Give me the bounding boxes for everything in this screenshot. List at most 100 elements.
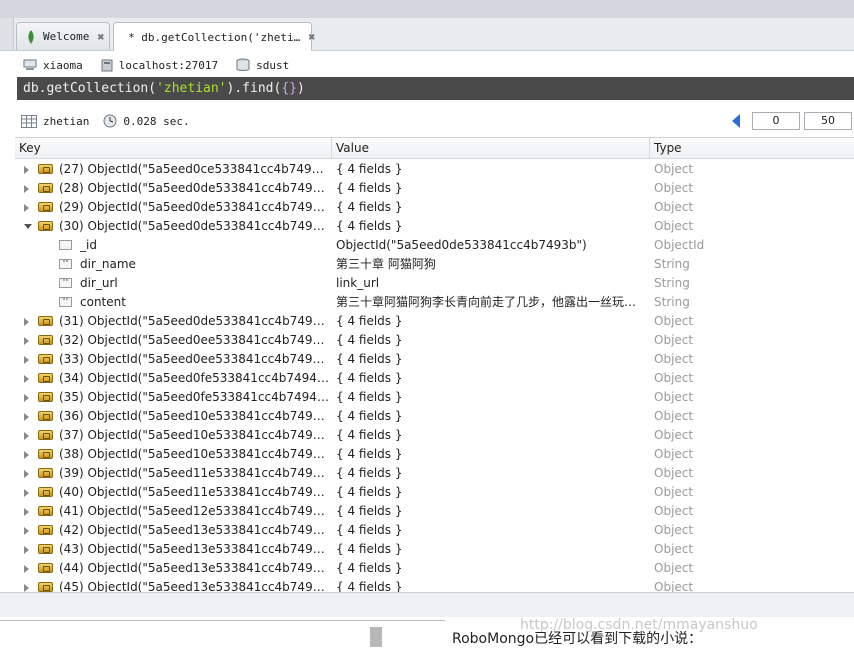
field-row[interactable]: "" dir_url link_url String xyxy=(15,274,854,293)
expand-arrow-icon[interactable] xyxy=(24,470,29,478)
expand-arrow-icon[interactable] xyxy=(24,375,29,383)
previous-page-icon[interactable] xyxy=(732,114,740,128)
row-value: { 4 fields } xyxy=(336,561,403,575)
document-icon xyxy=(38,506,53,516)
row-type: Object xyxy=(654,352,694,366)
document-row[interactable]: (40) ObjectId("5a5eed11e533841cc4b7494f"… xyxy=(15,483,854,502)
page-size-input[interactable]: 50 xyxy=(804,112,852,130)
expand-arrow-icon[interactable] xyxy=(24,565,29,573)
row-key: (38) ObjectId("5a5eed10e533841cc4b7494b"… xyxy=(59,447,329,461)
document-row[interactable]: (45) ObjectId("5a5eed13e533841cc4b74959"… xyxy=(15,578,854,593)
document-row[interactable]: (38) ObjectId("5a5eed10e533841cc4b7494b"… xyxy=(15,445,854,464)
expand-arrow-icon[interactable] xyxy=(24,584,29,592)
document-row[interactable]: (29) ObjectId("5a5eed0de533841cc4b74939"… xyxy=(15,198,854,217)
mongo-leaf-icon xyxy=(28,29,34,44)
document-row[interactable]: (33) ObjectId("5a5eed0ee533841cc4b74941"… xyxy=(15,350,854,369)
row-key: (30) ObjectId("5a5eed0de533841cc4b7493b"… xyxy=(59,219,329,233)
computer-icon xyxy=(23,59,37,70)
row-value: { 4 fields } xyxy=(336,542,403,556)
document-icon xyxy=(38,468,53,478)
row-value: { 4 fields } xyxy=(336,580,403,593)
column-header-value[interactable]: Value xyxy=(332,138,650,158)
row-value: { 4 fields } xyxy=(336,504,403,518)
column-header-key[interactable]: Key xyxy=(15,138,332,158)
row-key: dir_name xyxy=(80,257,136,271)
row-type: ObjectId xyxy=(654,238,705,252)
field-row[interactable]: "" content 第三十章阿猫阿狗李长青向前走了几步，他露出一丝玩味... Str… xyxy=(15,293,854,312)
close-icon[interactable]: ✖ xyxy=(97,30,104,44)
document-row[interactable]: (43) ObjectId("5a5eed13e533841cc4b74955"… xyxy=(15,540,854,559)
connection-info-bar: xiaoma localhost:27017 sdust xyxy=(13,54,854,76)
tab-query[interactable]: * db.getCollection('zheti… ✖ xyxy=(113,22,315,51)
expand-arrow-icon[interactable] xyxy=(24,337,29,345)
row-key: _id xyxy=(80,238,97,252)
row-type: String xyxy=(654,295,690,309)
row-value: { 4 fields } xyxy=(336,485,403,499)
expand-arrow-icon[interactable] xyxy=(24,204,29,212)
document-row[interactable]: (41) ObjectId("5a5eed12e533841cc4b74951"… xyxy=(15,502,854,521)
expand-arrow-icon[interactable] xyxy=(24,318,29,326)
document-row[interactable]: (39) ObjectId("5a5eed11e533841cc4b7494d"… xyxy=(15,464,854,483)
document-row[interactable]: (34) ObjectId("5a5eed0fe533841cc4b74943"… xyxy=(15,369,854,388)
expand-arrow-icon[interactable] xyxy=(24,489,29,497)
document-row[interactable]: (32) ObjectId("5a5eed0ee533841cc4b7493f"… xyxy=(15,331,854,350)
tab-welcome[interactable]: Welcome ✖ xyxy=(16,22,110,50)
field-row[interactable]: "" dir_name 第三十章 阿猫阿狗 String xyxy=(15,255,854,274)
row-value: 第三十章阿猫阿狗李长青向前走了几步，他露出一丝玩味... xyxy=(336,295,646,309)
connection-database: sdust xyxy=(236,58,289,72)
document-row[interactable]: (35) ObjectId("5a5eed0fe533841cc4b74945"… xyxy=(15,388,854,407)
document-row[interactable]: (37) ObjectId("5a5eed10e533841cc4b74949"… xyxy=(15,426,854,445)
expand-arrow-icon[interactable] xyxy=(24,413,29,421)
expand-arrow-icon[interactable] xyxy=(24,432,29,440)
expand-arrow-icon[interactable] xyxy=(24,356,29,364)
expand-arrow-icon[interactable] xyxy=(24,185,29,193)
document-row[interactable]: (44) ObjectId("5a5eed13e533841cc4b74957"… xyxy=(15,559,854,578)
expand-arrow-icon[interactable] xyxy=(24,546,29,554)
results-tree-view[interactable]: Key Value Type (27) ObjectId("5a5eed0ce5… xyxy=(15,137,854,593)
document-row[interactable]: (31) ObjectId("5a5eed0de533841cc4b7493d"… xyxy=(15,312,854,331)
expand-arrow-icon[interactable] xyxy=(24,451,29,459)
row-key: (37) ObjectId("5a5eed10e533841cc4b74949"… xyxy=(59,428,329,442)
row-type: Object xyxy=(654,504,694,518)
document-icon xyxy=(38,487,53,497)
document-icon xyxy=(38,544,53,554)
document-row[interactable]: (30) ObjectId("5a5eed0de533841cc4b7493b"… xyxy=(15,217,854,236)
close-icon[interactable]: ✖ xyxy=(308,30,315,44)
row-type: Object xyxy=(654,447,694,461)
row-value: { 4 fields } xyxy=(336,200,403,214)
tab-label: * db.getCollection('zheti… xyxy=(128,30,301,44)
row-value: { 4 fields } xyxy=(336,181,403,195)
row-type: Object xyxy=(654,390,694,404)
row-value: { 4 fields } xyxy=(336,371,403,385)
document-icon xyxy=(38,316,53,326)
row-key: (27) ObjectId("5a5eed0ce533841cc4b74935"… xyxy=(59,162,329,176)
document-row[interactable]: (42) ObjectId("5a5eed13e533841cc4b74953"… xyxy=(15,521,854,540)
expand-arrow-icon[interactable] xyxy=(24,508,29,516)
field-row[interactable]: _id ObjectId("5a5eed0de533841cc4b7493b") O… xyxy=(15,236,854,255)
expand-arrow-icon[interactable] xyxy=(24,527,29,535)
document-row[interactable]: (27) ObjectId("5a5eed0ce533841cc4b74935"… xyxy=(15,160,854,179)
page-start-input[interactable]: 0 xyxy=(752,112,800,130)
row-key: dir_url xyxy=(80,276,118,290)
row-value: { 4 fields } xyxy=(336,333,403,347)
row-value: { 4 fields } xyxy=(336,314,403,328)
row-type: Object xyxy=(654,466,694,480)
expand-arrow-icon[interactable] xyxy=(24,394,29,402)
connection-host: localhost:27017 xyxy=(101,59,218,72)
string-field-icon: "" xyxy=(59,259,72,269)
tab-scroll-edge[interactable] xyxy=(0,18,14,50)
document-icon xyxy=(38,582,53,592)
column-header-type[interactable]: Type xyxy=(650,138,854,158)
collapse-arrow-icon[interactable] xyxy=(24,224,32,229)
window-top-strip xyxy=(0,0,854,19)
row-value: ObjectId("5a5eed0de533841cc4b7493b") xyxy=(336,238,587,252)
row-type: String xyxy=(654,257,690,271)
row-key: (28) ObjectId("5a5eed0de533841cc4b74937"… xyxy=(59,181,329,195)
document-icon xyxy=(38,202,53,212)
document-row[interactable]: (36) ObjectId("5a5eed10e533841cc4b74947"… xyxy=(15,407,854,426)
expand-arrow-icon[interactable] xyxy=(24,166,29,174)
document-row[interactable]: (28) ObjectId("5a5eed0de533841cc4b74937"… xyxy=(15,179,854,198)
query-editor[interactable]: db.getCollection('zhetian').find({}) xyxy=(17,77,854,100)
row-type: Object xyxy=(654,200,694,214)
document-icon xyxy=(38,430,53,440)
